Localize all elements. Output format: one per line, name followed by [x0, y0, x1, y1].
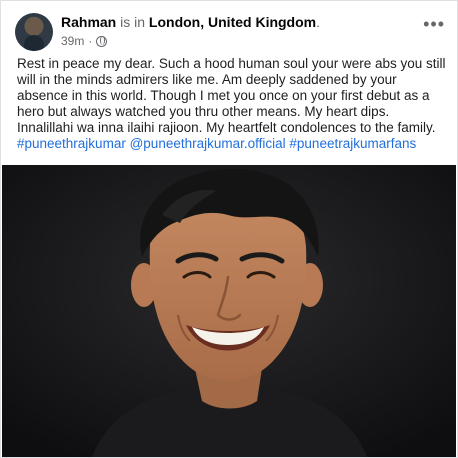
timestamp[interactable]: 39m [61, 33, 84, 49]
post-text-line: hero but always watched you thru other m… [17, 104, 390, 119]
post-header: Rahman is in London, United Kingdom. 39m… [15, 11, 447, 51]
post-text-line: Rest in peace my dear. Such a hood human… [17, 56, 446, 71]
timestamp-line: 39m · [61, 33, 417, 49]
hashtag-link[interactable]: #puneethrajkumar [17, 136, 126, 151]
post-photo[interactable] [2, 165, 456, 457]
hashtag-link[interactable]: #puneetrajkumarfans [289, 136, 416, 151]
facebook-post: Rahman is in London, United Kingdom. 39m… [0, 0, 458, 458]
author-name[interactable]: Rahman [61, 14, 116, 30]
post-text-line: Innalillahi wa inna ilaihi rajioon. My h… [17, 120, 436, 135]
portrait-illustration [2, 165, 456, 457]
post-text-line: will in the minds admirers like me. Am d… [17, 72, 397, 87]
post-meta: Rahman is in London, United Kingdom. 39m… [61, 13, 417, 49]
more-icon[interactable]: ••• [423, 15, 445, 33]
hashtags: #puneethrajkumar @puneethrajkumar.offici… [17, 136, 449, 152]
mention-link[interactable]: @puneethrajkumar.official [130, 136, 286, 151]
separator-dot: · [88, 34, 93, 48]
is-in-text: is in [116, 14, 149, 30]
post-text: Rest in peace my dear. Such a hood human… [17, 56, 449, 152]
location-link[interactable]: London, United Kingdom [149, 14, 316, 30]
globe-icon [96, 35, 108, 47]
author-avatar[interactable] [15, 13, 53, 51]
author-line: Rahman is in London, United Kingdom. [61, 13, 417, 31]
post-text-line: absence in this world. Though I met you … [17, 88, 430, 103]
location-suffix: . [316, 14, 320, 30]
